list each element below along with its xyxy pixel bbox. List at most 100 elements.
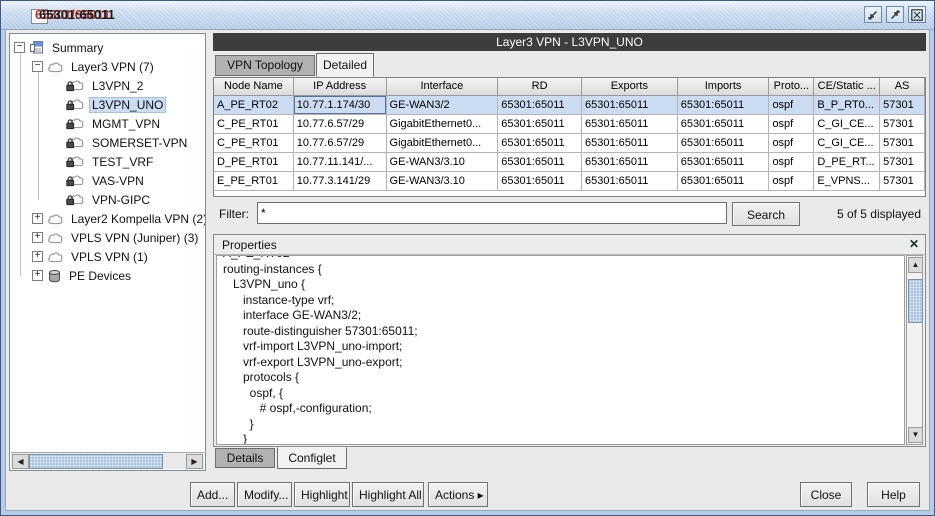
table-row-c-pe-rt01-1[interactable]: C_PE_RT0110.77.6.57/29GigabitEthernet0..… <box>214 115 925 134</box>
tree-item-vpls-vpn-1[interactable]: + VPLS VPN (1) <box>10 247 151 266</box>
window-title-text: 65301:65011 <box>39 7 115 22</box>
cell-as: 57301 <box>880 153 925 172</box>
tree-item-somerset-vpn[interactable]: SOMERSET-VPN <box>10 133 190 152</box>
scroll-down-icon[interactable]: ▼ <box>908 427 923 443</box>
cloud-icon <box>47 61 64 73</box>
scroll-up-icon[interactable]: ▲ <box>908 257 923 273</box>
column-header-as[interactable]: AS <box>880 78 925 96</box>
tree-item-label[interactable]: VPLS VPN (Juniper) (3) <box>68 230 201 246</box>
actions-button[interactable]: Actions ▸ <box>428 482 488 507</box>
highlight-button[interactable]: Highlight <box>294 482 350 507</box>
column-header-interface[interactable]: Interface <box>387 78 499 96</box>
tree-item-l3vpn-2[interactable]: L3VPN_2 <box>10 76 146 95</box>
scroll-left-icon[interactable]: ◀ <box>12 454 29 469</box>
table-row-d-pe-rt01-3[interactable]: D_PE_RT0110.77.11.141/...GE-WAN3/3.10653… <box>214 153 925 172</box>
tree-item-label[interactable]: TEST_VRF <box>89 154 156 170</box>
tree-item-label[interactable]: MGMT_VPN <box>89 116 163 132</box>
expand-icon[interactable]: + <box>32 270 43 281</box>
cell-exports: 65301:65011 <box>582 153 678 172</box>
cell-ip-address: 10.77.1.174/30 <box>294 96 387 115</box>
column-header-ip-address[interactable]: IP Address <box>294 78 387 96</box>
tree-item-label[interactable]: Summary <box>49 40 106 56</box>
column-header-node-name[interactable]: Node Name <box>214 78 294 96</box>
cell-proto: ospf <box>769 153 814 172</box>
table-row-a-pe-rt02-0[interactable]: A_PE_RT0210.77.1.174/30GE-WAN3/265301:65… <box>214 96 925 115</box>
expand-icon[interactable]: + <box>32 213 43 224</box>
table-row-e-pe-rt01-4[interactable]: E_PE_RT0110.77.3.141/29GE-WAN3/3.1065301… <box>214 172 925 191</box>
tree-item-l3vpn-uno[interactable]: L3VPN_UNO <box>10 95 166 114</box>
search-button[interactable]: Search <box>732 202 800 226</box>
close-button[interactable]: Close <box>800 482 852 507</box>
tree-item-label[interactable]: PE Devices <box>66 268 134 284</box>
window-titlebar[interactable]: 65301/65011 65301:65011 <box>1 1 934 30</box>
tab-detailed[interactable]: Detailed <box>316 53 374 77</box>
tree-item-vpn-gipc[interactable]: VPN-GIPC <box>10 190 153 209</box>
tree-item-layer2-kompella-vpn-2[interactable]: + Layer2 Kompella VPN (2) <box>10 209 206 228</box>
cell-rd: 65301:65011 <box>498 134 582 153</box>
tree-horizontal-scrollbar[interactable]: ◀ ▶ <box>11 452 204 469</box>
column-header-proto[interactable]: Proto... <box>769 78 814 96</box>
properties-close-icon[interactable]: ✕ <box>909 237 919 251</box>
cell-exports: 65301:65011 <box>582 115 678 134</box>
highlight-all-button[interactable]: Highlight All <box>352 482 424 507</box>
collapse-icon[interactable]: − <box>32 61 43 72</box>
cell-proto: ospf <box>769 134 814 153</box>
tree-item-label[interactable]: VPLS VPN (1) <box>68 249 151 265</box>
help-button[interactable]: Help <box>867 482 920 507</box>
column-header-ce-static[interactable]: CE/Static ... <box>814 78 880 96</box>
tree-item-label[interactable]: L3VPN_UNO <box>89 97 166 113</box>
minimize-icon[interactable] <box>864 6 882 23</box>
tree-item-mgmt-vpn[interactable]: MGMT_VPN <box>10 114 163 133</box>
window-controls <box>864 6 926 23</box>
cell-ip-address: 10.77.3.141/29 <box>294 172 387 191</box>
cell-interface: GE-WAN3/2 <box>387 96 499 115</box>
cell-rd: 65301:65011 <box>498 172 582 191</box>
maximize-icon[interactable] <box>886 6 904 23</box>
tree-item-vas-vpn[interactable]: VAS-VPN <box>10 171 147 190</box>
cell-proto: ospf <box>769 115 814 134</box>
tree-item-summary[interactable]: − Summary <box>10 38 106 57</box>
expand-icon[interactable]: + <box>32 251 43 262</box>
cell-node-name: C_PE_RT01 <box>214 134 294 153</box>
tab-details[interactable]: Details <box>215 448 275 468</box>
tree-item-label[interactable]: VAS-VPN <box>89 173 147 189</box>
cell-rd: 65301:65011 <box>498 153 582 172</box>
modify-button[interactable]: Modify... <box>237 482 292 507</box>
tree-item-vpls-vpn-juniper-3[interactable]: + VPLS VPN (Juniper) (3) <box>10 228 201 247</box>
lock-cloud-icon <box>65 79 85 92</box>
panel-header: Layer3 VPN - L3VPN_UNO <box>213 33 926 51</box>
cell-imports: 65301:65011 <box>678 153 770 172</box>
column-header-imports[interactable]: Imports <box>678 78 770 96</box>
vpn-tree[interactable]: ◀ ▶ −Summary−Layer3 VPN (7)L3VPN_2L3VPN_… <box>9 33 206 471</box>
tree-item-label[interactable]: VPN-GIPC <box>89 192 153 208</box>
cell-ip-address: 10.77.6.57/29 <box>294 134 387 153</box>
properties-scrollbar[interactable]: ▲ ▼ <box>906 255 923 445</box>
filter-input[interactable] <box>257 202 727 224</box>
cell-ip-address: 10.77.6.57/29 <box>294 115 387 134</box>
tree-item-label[interactable]: Layer2 Kompella VPN (2) <box>68 211 206 227</box>
tab-vpn-topology[interactable]: VPN Topology <box>215 55 315 76</box>
tree-item-label[interactable]: Layer3 VPN (7) <box>68 59 157 75</box>
cell-as: 57301 <box>880 115 925 134</box>
cell-imports: 65301:65011 <box>678 115 770 134</box>
cell-node-name: E_PE_RT01 <box>214 172 294 191</box>
tree-item-label[interactable]: SOMERSET-VPN <box>89 135 190 151</box>
tree-item-label[interactable]: L3VPN_2 <box>89 78 146 94</box>
collapse-icon[interactable]: − <box>14 42 25 53</box>
tree-scrollbar-thumb[interactable] <box>29 454 163 469</box>
cloud-icon <box>47 251 64 263</box>
tree-item-pe-devices[interactable]: + PE Devices <box>10 266 134 285</box>
cell-interface: GigabitEthernet0... <box>387 115 499 134</box>
close-icon[interactable] <box>908 6 926 23</box>
table-row-c-pe-rt01-2[interactable]: C_PE_RT0110.77.6.57/29GigabitEthernet0..… <box>214 134 925 153</box>
expand-icon[interactable]: + <box>32 232 43 243</box>
column-header-exports[interactable]: Exports <box>582 78 678 96</box>
column-header-rd[interactable]: RD <box>498 78 582 96</box>
add-button[interactable]: Add... <box>190 482 235 507</box>
properties-scrollbar-thumb[interactable] <box>908 279 923 323</box>
tree-item-layer3-vpn-7[interactable]: − Layer3 VPN (7) <box>10 57 157 76</box>
tab-configlet[interactable]: Configlet <box>277 447 347 469</box>
scroll-right-icon[interactable]: ▶ <box>186 454 203 469</box>
cell-node-name: A_PE_RT02 <box>214 96 294 115</box>
tree-item-test-vrf[interactable]: TEST_VRF <box>10 152 156 171</box>
